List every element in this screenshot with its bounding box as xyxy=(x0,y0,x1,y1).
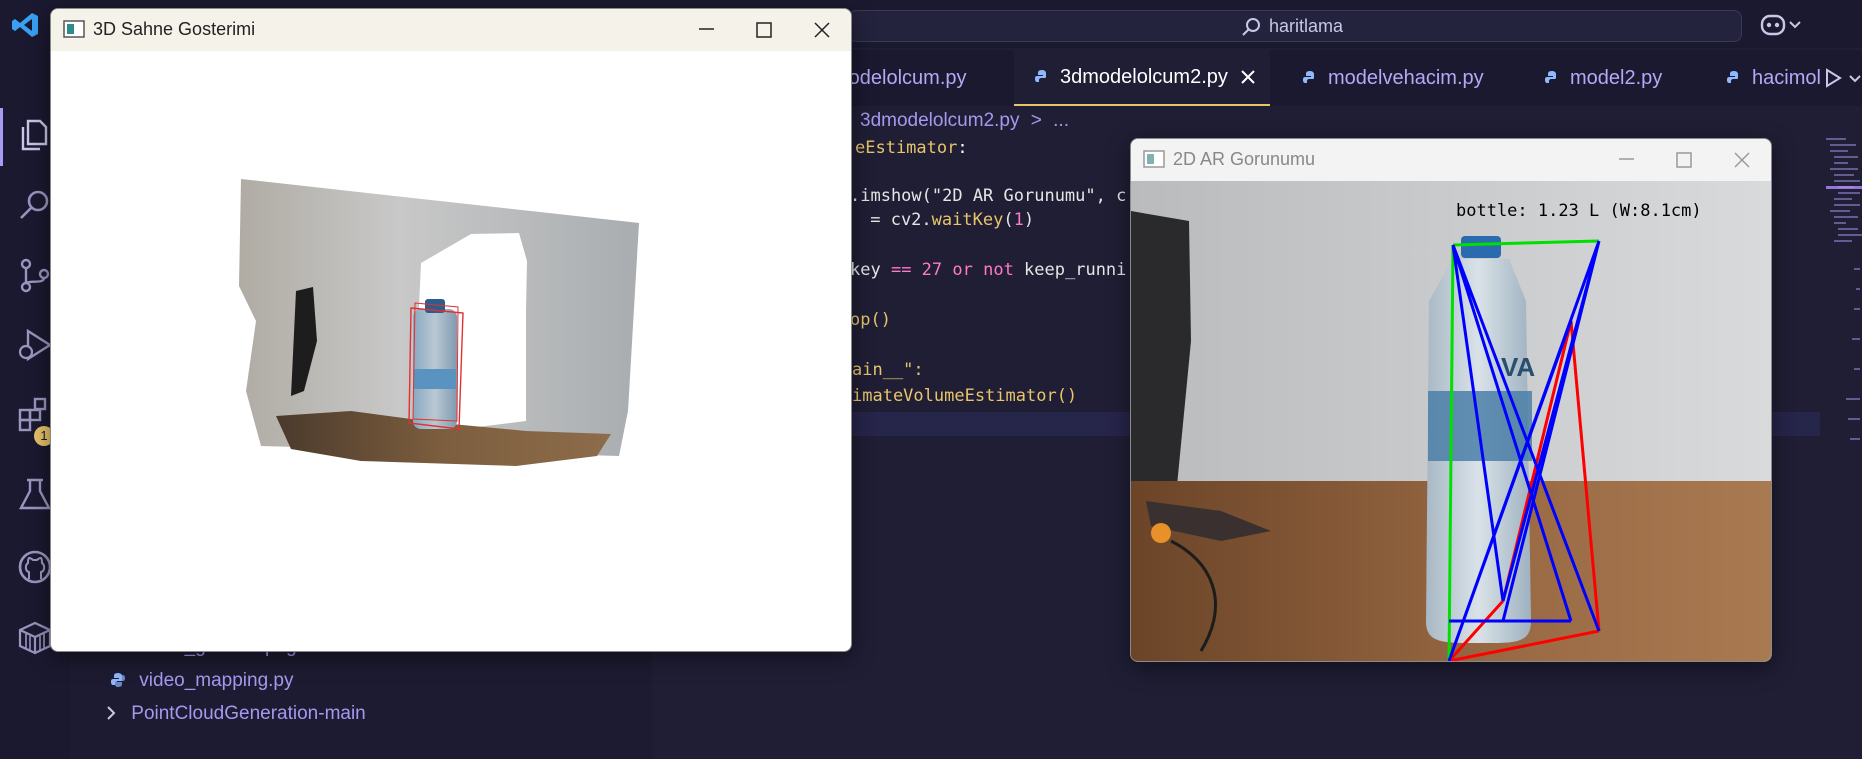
breadcrumb-file[interactable]: 3dmodelolcum2.py xyxy=(860,110,1019,131)
window-3d-scene[interactable]: 3D Sahne Gosterimi xyxy=(50,8,852,652)
code-token: ain__": xyxy=(852,360,924,380)
testing-icon[interactable] xyxy=(16,476,54,514)
run-file-icon[interactable] xyxy=(1824,68,1842,88)
code-line[interactable]: imateVolumeEstimator() xyxy=(852,386,1077,406)
window-3d-titlebar[interactable]: 3D Sahne Gosterimi xyxy=(51,9,851,51)
vscode-logo-icon[interactable] xyxy=(10,10,40,40)
tab-label: modelolcum.py xyxy=(832,66,967,89)
close-button[interactable] xyxy=(793,9,851,51)
explorer-icon[interactable] xyxy=(16,116,54,154)
breadcrumb-separator: > xyxy=(1030,110,1042,131)
ar-overlay-label: bottle: 1.23 L (W:8.1cm) xyxy=(1456,201,1702,221)
tab-model2[interactable]: model2.py xyxy=(1530,50,1724,106)
tab-label: model2.py xyxy=(1570,66,1663,89)
minimize-button[interactable] xyxy=(1597,139,1655,181)
breadcrumb: 3dmodelolcum2.py > ... xyxy=(860,110,1069,132)
breadcrumb-more[interactable]: ... xyxy=(1053,110,1069,131)
code-token: key xyxy=(850,260,891,280)
code-token: 1 xyxy=(1013,210,1024,230)
minimap[interactable] xyxy=(1826,138,1862,448)
code-line[interactable]: op() xyxy=(850,310,891,330)
close-tab-icon[interactable] xyxy=(1240,69,1256,85)
window-title: 3D Sahne Gosterimi xyxy=(93,19,256,39)
maximize-button[interactable] xyxy=(1655,139,1713,181)
maximize-button[interactable] xyxy=(735,9,793,51)
code-token: .imshow("2D AR Gorunumu", c xyxy=(850,186,1127,206)
python-file-icon xyxy=(1545,71,1556,83)
code-line[interactable]: = cv2.waitKey(1) xyxy=(860,210,1034,230)
code-line[interactable]: .imshow("2D AR Gorunumu", c xyxy=(850,186,1126,206)
bottle-brand-text: VA xyxy=(1501,352,1535,382)
window-2d-ar[interactable]: 2D AR Gorunumu VA bottle: 1.23 L (W:8.1c… xyxy=(1130,138,1772,662)
close-button[interactable] xyxy=(1713,139,1771,181)
tree-item-pointcloudgeneration[interactable]: PointCloudGeneration-main xyxy=(104,703,366,725)
point-cloud-view[interactable] xyxy=(51,51,851,651)
tab-modelvehacim[interactable]: modelvehacim.py xyxy=(1288,50,1522,106)
search-icon[interactable] xyxy=(16,186,54,224)
containers-icon[interactable] xyxy=(16,618,54,656)
copilot-icon[interactable] xyxy=(1760,12,1804,38)
tab-label: 3dmodelolcum2.py xyxy=(1060,65,1228,88)
code-token: == xyxy=(890,260,912,280)
tree-item-label: video_mapping.py xyxy=(139,670,294,691)
run-debug-icon[interactable] xyxy=(16,326,54,364)
code-token: op() xyxy=(850,310,891,330)
code-token: imateVolumeEstimator() xyxy=(852,386,1078,406)
point-cloud-bottle xyxy=(408,299,464,430)
code-token: : xyxy=(957,138,968,158)
chevron-right-icon xyxy=(107,706,116,720)
tab-3dmodelolcum2[interactable]: 3dmodelolcum2.py xyxy=(1014,50,1270,106)
app-window-icon xyxy=(1143,150,1165,168)
code-token: 27 xyxy=(911,260,953,280)
python-file-icon xyxy=(111,673,125,687)
camera-feed-view[interactable]: VA bottle: 1.23 L (W:8.1cm) xyxy=(1131,181,1771,661)
python-file-icon xyxy=(1035,70,1046,82)
code-token: keep_runni xyxy=(1013,260,1127,280)
code-token: = cv2. xyxy=(860,210,932,230)
command-center[interactable]: haritlama xyxy=(848,10,1742,42)
tab-label: hacimol xyxy=(1752,66,1821,89)
desk-orange-object xyxy=(1151,523,1171,543)
command-center-text: haritlama xyxy=(1269,16,1344,36)
window-2d-titlebar[interactable]: 2D AR Gorunumu xyxy=(1131,139,1771,181)
source-control-icon[interactable] xyxy=(16,256,54,294)
code-token: eEstimator xyxy=(855,138,958,158)
run-dropdown-chevron-icon[interactable] xyxy=(1848,74,1862,84)
tab-label: modelvehacim.py xyxy=(1328,66,1484,89)
code-line[interactable]: key == 27 or not keep_runni xyxy=(850,260,1126,280)
python-file-icon xyxy=(1727,71,1738,83)
window-title: 2D AR Gorunumu xyxy=(1173,149,1316,169)
app-window-icon xyxy=(63,20,85,38)
tree-item-label: PointCloudGeneration-main xyxy=(131,703,366,724)
code-line[interactable]: eEstimator: xyxy=(855,138,968,158)
code-token: ( xyxy=(1003,210,1014,230)
github-icon[interactable] xyxy=(16,548,54,586)
code-token: or not xyxy=(952,260,1014,280)
tab-hacimol[interactable]: hacimol xyxy=(1712,50,1836,106)
tree-item-video-mapping[interactable]: video_mapping.py xyxy=(110,670,294,692)
code-token: waitKey xyxy=(931,210,1004,230)
minimize-button[interactable] xyxy=(677,9,735,51)
code-line[interactable]: ain__": xyxy=(852,360,924,380)
python-file-icon xyxy=(1303,71,1314,83)
search-icon xyxy=(1242,18,1260,36)
active-view-marker xyxy=(0,108,3,166)
code-token: ) xyxy=(1023,210,1035,230)
